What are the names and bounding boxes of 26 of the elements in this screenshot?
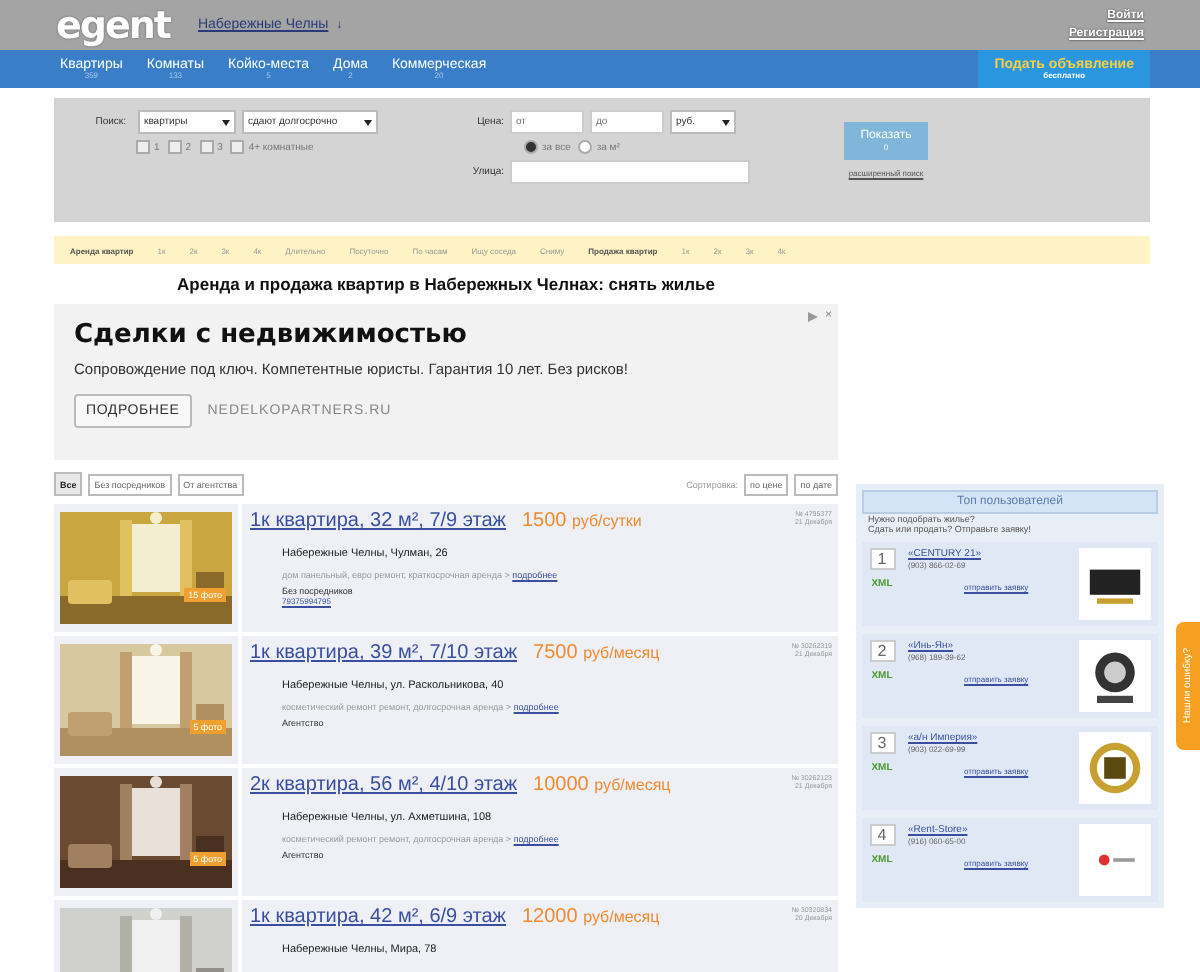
- rank-number: 4: [869, 824, 895, 846]
- listing-title-link[interactable]: 1к квартира, 39 м², 7/10 этаж: [250, 642, 518, 664]
- ad-info-icon[interactable]: [808, 311, 819, 321]
- room-checkbox[interactable]: [167, 140, 182, 154]
- ad-title: Сделки с недвижимостью: [74, 320, 469, 350]
- price-mode-radio[interactable]: [578, 140, 593, 154]
- room-checkbox[interactable]: [136, 140, 150, 154]
- dropdown-arrow-icon: [364, 119, 372, 125]
- room-checkbox[interactable]: [199, 140, 214, 154]
- rank-number: 1: [869, 548, 895, 570]
- page-title: Аренда и продажа квартир в Набережных Челнах: снять жилье: [175, 274, 717, 294]
- rank-number: 3: [869, 732, 895, 754]
- listing-title-link[interactable]: 1к квартира, 42 м², 6/9 этаж: [250, 906, 506, 928]
- listing-price: 7500 руб/месяц: [533, 642, 660, 664]
- listing-price: 1500 руб/сутки: [521, 510, 642, 532]
- dropdown-arrow-icon: [722, 119, 730, 125]
- site-logo[interactable]: egent: [56, 3, 170, 47]
- price-mode-radio[interactable]: [524, 140, 538, 154]
- room-checkbox[interactable]: [230, 140, 245, 154]
- listing-title-link[interactable]: 1к квартира, 32 м², 7/9 этаж: [250, 510, 506, 532]
- street-field[interactable]: [510, 160, 750, 184]
- listing-title-link[interactable]: 2к квартира, 56 м², 4/10 этаж: [250, 774, 518, 796]
- rank-number: 2: [869, 640, 895, 662]
- listing-price: 12000 руб/месяц: [521, 906, 660, 928]
- listing-price: 10000 руб/месяц: [533, 774, 671, 796]
- dropdown-arrow-icon: [222, 119, 230, 125]
